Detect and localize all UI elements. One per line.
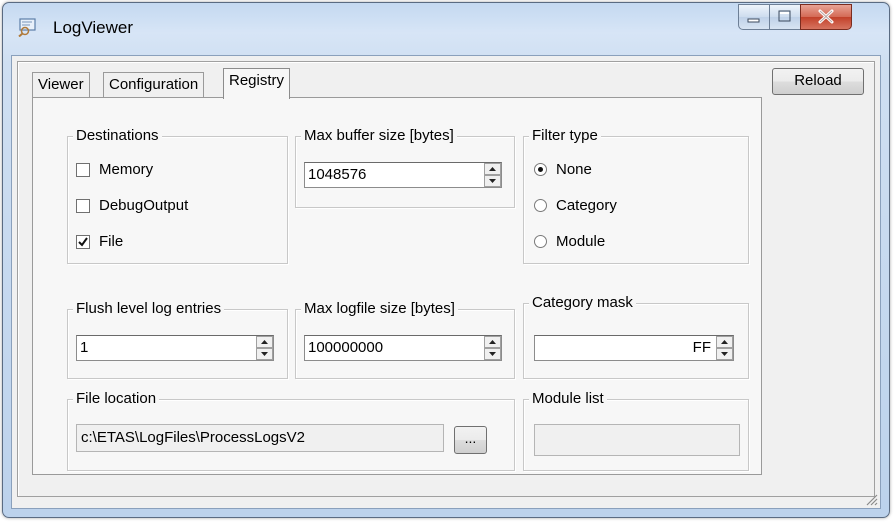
up-arrow-icon	[489, 167, 496, 171]
increment-button[interactable]	[484, 336, 501, 348]
maximize-button[interactable]	[769, 4, 801, 30]
module-list-field[interactable]	[534, 424, 740, 456]
file-location-value: c:\ETAS\LogFiles\ProcessLogsV2	[81, 429, 305, 446]
resize-grip-icon[interactable]	[864, 492, 878, 506]
destinations-title: Destinations	[73, 127, 162, 145]
increment-button[interactable]	[256, 336, 273, 348]
tab-registry[interactable]: Registry	[223, 68, 291, 99]
flush-level-spinner[interactable]: 1	[76, 335, 274, 361]
spinner-buttons	[484, 163, 501, 187]
memory-label: Memory	[99, 161, 154, 178]
flush-level-group: Flush level log entries 1	[67, 300, 288, 379]
debugoutput-label: DebugOutput	[99, 197, 189, 214]
increment-button[interactable]	[484, 163, 501, 175]
down-arrow-icon	[721, 352, 728, 356]
up-arrow-icon	[489, 340, 496, 344]
tab-viewer[interactable]: Viewer	[32, 72, 90, 97]
file-label: File	[99, 233, 124, 250]
down-arrow-icon	[261, 352, 268, 356]
file-location-title: File location	[73, 390, 160, 408]
maximize-icon	[778, 10, 791, 22]
filter-type-title: Filter type	[529, 127, 601, 145]
window-title: LogViewer	[53, 18, 134, 37]
checkmark-icon	[78, 236, 88, 247]
max-logfile-group: Max logfile size [bytes] 100000000	[295, 300, 515, 379]
module-list-group: Module list	[523, 390, 749, 471]
radio-dot	[534, 235, 547, 248]
filter-type-group: Filter type None Category Module	[523, 127, 749, 264]
checkbox-box	[76, 234, 90, 249]
max-buffer-value: 1048576	[308, 166, 367, 183]
file-checkbox[interactable]: File	[76, 233, 123, 250]
max-logfile-value: 100000000	[308, 339, 384, 356]
debugoutput-checkbox[interactable]: DebugOutput	[76, 197, 188, 214]
close-icon	[818, 9, 834, 24]
reload-button[interactable]: Reload	[772, 68, 864, 95]
app-icon	[17, 17, 39, 38]
up-arrow-icon	[261, 340, 268, 344]
max-buffer-title: Max buffer size [bytes]	[301, 127, 457, 145]
radio-dot	[534, 199, 547, 212]
decrement-button[interactable]	[256, 348, 273, 360]
spinner-buttons	[716, 336, 733, 360]
filter-category-radio[interactable]: Category	[534, 197, 617, 214]
registry-tab-panel: Destinations Memory DebugOutput File Max…	[32, 97, 762, 475]
title-bar[interactable]: LogViewer	[3, 3, 889, 55]
category-mask-title: Category mask	[529, 294, 636, 312]
filter-category-label: Category	[556, 197, 617, 214]
decrement-button[interactable]	[716, 348, 733, 360]
filter-module-label: Module	[556, 233, 606, 250]
max-logfile-title: Max logfile size [bytes]	[301, 300, 458, 318]
spinner-buttons	[484, 336, 501, 360]
increment-button[interactable]	[716, 336, 733, 348]
flush-level-title: Flush level log entries	[73, 300, 225, 318]
up-arrow-icon	[721, 340, 728, 344]
file-location-field[interactable]: c:\ETAS\LogFiles\ProcessLogsV2	[76, 424, 444, 452]
tab-configuration[interactable]: Configuration	[103, 72, 205, 97]
file-location-group: File location c:\ETAS\LogFiles\ProcessLo…	[67, 390, 515, 471]
category-mask-value: FF	[692, 339, 711, 356]
close-button[interactable]	[800, 4, 852, 30]
app-window: LogViewer Viewer Configuration Registry …	[2, 2, 890, 518]
decrement-button[interactable]	[484, 175, 501, 187]
down-arrow-icon	[489, 352, 496, 356]
max-buffer-group: Max buffer size [bytes] 1048576	[295, 127, 515, 208]
flush-level-value: 1	[80, 339, 89, 356]
filter-none-label: None	[556, 161, 592, 178]
category-mask-group: Category mask FF	[523, 294, 749, 379]
filter-module-radio[interactable]: Module	[534, 233, 605, 250]
down-arrow-icon	[489, 179, 496, 183]
module-list-title: Module list	[529, 390, 607, 408]
category-mask-spinner[interactable]: FF	[534, 335, 734, 361]
minimize-button[interactable]	[738, 4, 770, 30]
max-buffer-spinner[interactable]: 1048576	[304, 162, 502, 188]
spinner-buttons	[256, 336, 273, 360]
radio-dot	[534, 163, 547, 176]
checkbox-box	[76, 162, 90, 177]
checkbox-box	[76, 198, 90, 213]
browse-button[interactable]: ...	[454, 426, 487, 454]
memory-checkbox[interactable]: Memory	[76, 161, 153, 178]
decrement-button[interactable]	[484, 348, 501, 360]
max-logfile-spinner[interactable]: 100000000	[304, 335, 502, 361]
client-area: Viewer Configuration Registry Reload Des…	[11, 55, 881, 509]
minimize-icon	[747, 18, 760, 23]
filter-none-radio[interactable]: None	[534, 161, 592, 178]
destinations-group: Destinations Memory DebugOutput File	[67, 127, 288, 264]
